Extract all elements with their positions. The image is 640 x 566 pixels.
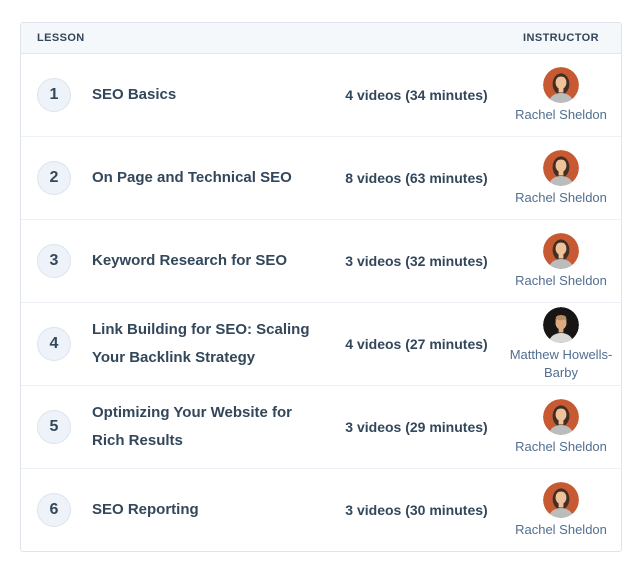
instructor-avatar	[543, 67, 579, 103]
lesson-number-cell: 4	[37, 327, 92, 361]
lesson-video-count: 4 videos (34 minutes)	[337, 87, 502, 103]
instructor-cell: Matthew Howells-Barby	[502, 307, 620, 381]
lesson-number-badge: 3	[37, 244, 71, 278]
table-body: 1 SEO Basics 4 videos (34 minutes) Rache…	[21, 54, 621, 551]
column-header-instructor: INSTRUCTOR	[502, 32, 620, 44]
lesson-title: SEO Basics	[92, 81, 337, 109]
instructor-name: Rachel Sheldon	[515, 189, 607, 207]
lesson-number-cell: 1	[37, 78, 92, 112]
lesson-number-cell: 2	[37, 161, 92, 195]
instructor-avatar	[543, 482, 579, 518]
instructor-avatar	[543, 307, 579, 343]
lesson-row-3[interactable]: 3 Keyword Research for SEO 3 videos (32 …	[21, 220, 621, 303]
lesson-video-count: 4 videos (27 minutes)	[337, 336, 502, 352]
lesson-number-badge: 5	[37, 410, 71, 444]
table-header: LESSON INSTRUCTOR	[21, 23, 621, 54]
lesson-title: Optimizing Your Website for Rich Results	[92, 399, 337, 455]
lesson-row-1[interactable]: 1 SEO Basics 4 videos (34 minutes) Rache…	[21, 54, 621, 137]
instructor-name: Rachel Sheldon	[515, 272, 607, 290]
lesson-number-cell: 6	[37, 493, 92, 527]
column-header-lesson: LESSON	[37, 32, 337, 44]
lesson-row-4[interactable]: 4 Link Building for SEO: Scaling Your Ba…	[21, 303, 621, 386]
lesson-title: Link Building for SEO: Scaling Your Back…	[92, 316, 337, 372]
lesson-number-badge: 4	[37, 327, 71, 361]
instructor-name: Rachel Sheldon	[515, 521, 607, 539]
lesson-title: Keyword Research for SEO	[92, 247, 337, 275]
lesson-number-badge: 6	[37, 493, 71, 527]
lesson-video-count: 3 videos (32 minutes)	[337, 253, 502, 269]
lesson-title: SEO Reporting	[92, 496, 337, 524]
page: LESSON INSTRUCTOR 1 SEO Basics 4 videos …	[0, 0, 640, 566]
instructor-cell: Rachel Sheldon	[502, 67, 620, 124]
lesson-table: LESSON INSTRUCTOR 1 SEO Basics 4 videos …	[20, 22, 622, 552]
lesson-video-count: 8 videos (63 minutes)	[337, 170, 502, 186]
instructor-cell: Rachel Sheldon	[502, 150, 620, 207]
lesson-number-badge: 1	[37, 78, 71, 112]
instructor-cell: Rachel Sheldon	[502, 482, 620, 539]
lesson-number-badge: 2	[37, 161, 71, 195]
lesson-number-cell: 3	[37, 244, 92, 278]
instructor-avatar	[543, 150, 579, 186]
lesson-row-5[interactable]: 5 Optimizing Your Website for Rich Resul…	[21, 386, 621, 469]
instructor-cell: Rachel Sheldon	[502, 399, 620, 456]
lesson-title: On Page and Technical SEO	[92, 164, 337, 192]
lesson-row-6[interactable]: 6 SEO Reporting 3 videos (30 minutes) Ra…	[21, 469, 621, 551]
lesson-video-count: 3 videos (29 minutes)	[337, 419, 502, 435]
lesson-video-count: 3 videos (30 minutes)	[337, 502, 502, 518]
instructor-avatar	[543, 399, 579, 435]
lesson-number-cell: 5	[37, 410, 92, 444]
instructor-name: Matthew Howells-Barby	[503, 346, 619, 381]
instructor-name: Rachel Sheldon	[515, 438, 607, 456]
instructor-avatar	[543, 233, 579, 269]
lesson-row-2[interactable]: 2 On Page and Technical SEO 8 videos (63…	[21, 137, 621, 220]
instructor-cell: Rachel Sheldon	[502, 233, 620, 290]
instructor-name: Rachel Sheldon	[515, 106, 607, 124]
